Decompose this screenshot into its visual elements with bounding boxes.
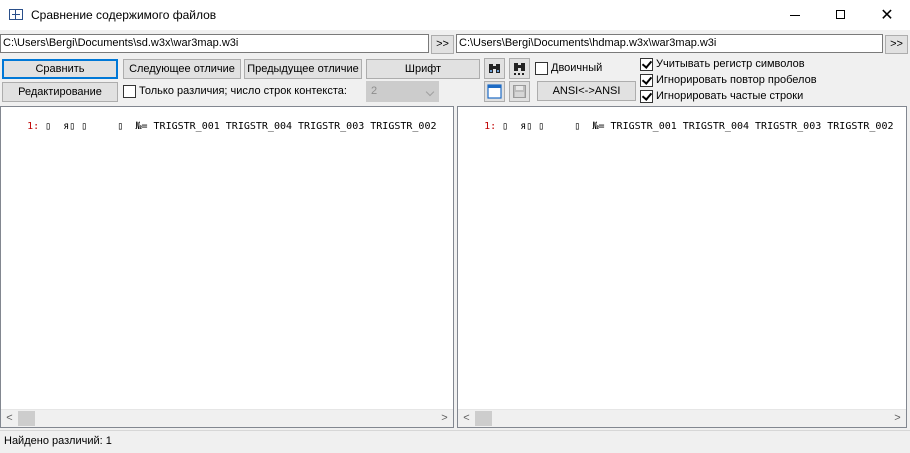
left-line-number: 1: xyxy=(27,121,40,132)
ignore-spaces-label: Игнорировать повтор пробелов xyxy=(656,74,817,86)
find-next-button[interactable] xyxy=(509,58,530,79)
right-line: 1: ▯ я▯ ▯ ▯ №= TRIGSTR_001 TRIGSTR_004 T… xyxy=(460,109,894,145)
only-diffs-label: Только различия; число строк контекста: xyxy=(139,85,347,97)
right-scroll-right-icon[interactable]: > xyxy=(889,411,906,426)
left-line: 1: ▯ я▯ ▯ ▯ №= TRIGSTR_001 TRIGSTR_004 T… xyxy=(3,109,437,145)
font-button[interactable]: Шрифт xyxy=(366,59,480,79)
ignore-frequent-checkbox[interactable] xyxy=(640,90,653,103)
ignore-spaces-checkbox[interactable] xyxy=(640,74,653,87)
right-scroll-left-icon[interactable]: < xyxy=(458,411,475,426)
left-file-path-input[interactable]: C:\Users\Bergi\Documents\sd.w3x\war3map.… xyxy=(0,34,429,53)
maximize-button[interactable] xyxy=(818,0,864,30)
right-line-content: ▯ я▯ ▯ ▯ №= TRIGSTR_001 TRIGSTR_004 TRIG… xyxy=(496,121,894,132)
window-icon xyxy=(487,84,502,99)
ansi-button[interactable]: ANSI<->ANSI xyxy=(537,81,636,101)
save-button[interactable] xyxy=(509,81,530,102)
case-sensitive-label: Учитывать регистр символов xyxy=(656,58,805,70)
only-diffs-checkbox[interactable] xyxy=(123,85,136,98)
left-horizontal-scrollbar[interactable]: < > xyxy=(1,409,453,427)
binary-checkbox[interactable] xyxy=(535,62,548,75)
binary-label: Двоичный xyxy=(551,62,603,74)
save-icon xyxy=(513,85,526,98)
status-bar: Найдено различий: 1 xyxy=(0,430,910,453)
left-text-pane[interactable]: 1: ▯ я▯ ▯ ▯ №= TRIGSTR_001 TRIGSTR_004 T… xyxy=(0,106,454,428)
left-line-content: ▯ я▯ ▯ ▯ №= TRIGSTR_001 TRIGSTR_004 TRIG… xyxy=(39,121,437,132)
minimize-icon xyxy=(790,15,800,16)
right-line-number: 1: xyxy=(484,121,497,132)
find-button[interactable] xyxy=(484,58,505,79)
status-text: Найдено различий: 1 xyxy=(4,435,112,447)
right-horizontal-scrollbar[interactable]: < > xyxy=(458,409,906,427)
title-bar: Сравнение содержимого файлов ✕ xyxy=(0,0,910,30)
left-browse-button[interactable]: >> xyxy=(431,35,454,54)
minimize-button[interactable] xyxy=(772,0,818,30)
case-sensitive-checkbox[interactable] xyxy=(640,58,653,71)
window-button[interactable] xyxy=(484,81,505,102)
context-lines-value: 2 xyxy=(371,85,378,97)
left-scroll-thumb[interactable] xyxy=(18,411,35,426)
app-compare-icon xyxy=(9,9,23,20)
next-diff-button[interactable]: Следующее отличие xyxy=(123,59,241,79)
right-scroll-thumb[interactable] xyxy=(475,411,492,426)
edit-button[interactable]: Редактирование xyxy=(2,82,118,102)
right-text-pane[interactable]: 1: ▯ я▯ ▯ ▯ №= TRIGSTR_001 TRIGSTR_004 T… xyxy=(457,106,907,428)
ignore-frequent-label: Игнорировать частые строки xyxy=(656,90,804,102)
chevron-down-icon xyxy=(425,87,435,97)
window-title: Сравнение содержимого файлов xyxy=(31,8,217,22)
right-file-path-input[interactable]: C:\Users\Bergi\Documents\hdmap.w3x\war3m… xyxy=(456,34,883,53)
binoculars-icon xyxy=(489,64,500,73)
left-scroll-right-icon[interactable]: > xyxy=(436,411,453,426)
left-scroll-left-icon[interactable]: < xyxy=(1,411,18,426)
compare-button[interactable]: Сравнить xyxy=(2,59,118,79)
close-button[interactable]: ✕ xyxy=(864,0,910,30)
prev-diff-button[interactable]: Предыдущее отличие xyxy=(244,59,362,79)
close-icon: ✕ xyxy=(880,5,894,24)
maximize-icon xyxy=(836,10,845,19)
binoculars-next-icon xyxy=(514,63,525,75)
right-browse-button[interactable]: >> xyxy=(885,35,908,54)
context-lines-select[interactable]: 2 xyxy=(366,81,439,102)
